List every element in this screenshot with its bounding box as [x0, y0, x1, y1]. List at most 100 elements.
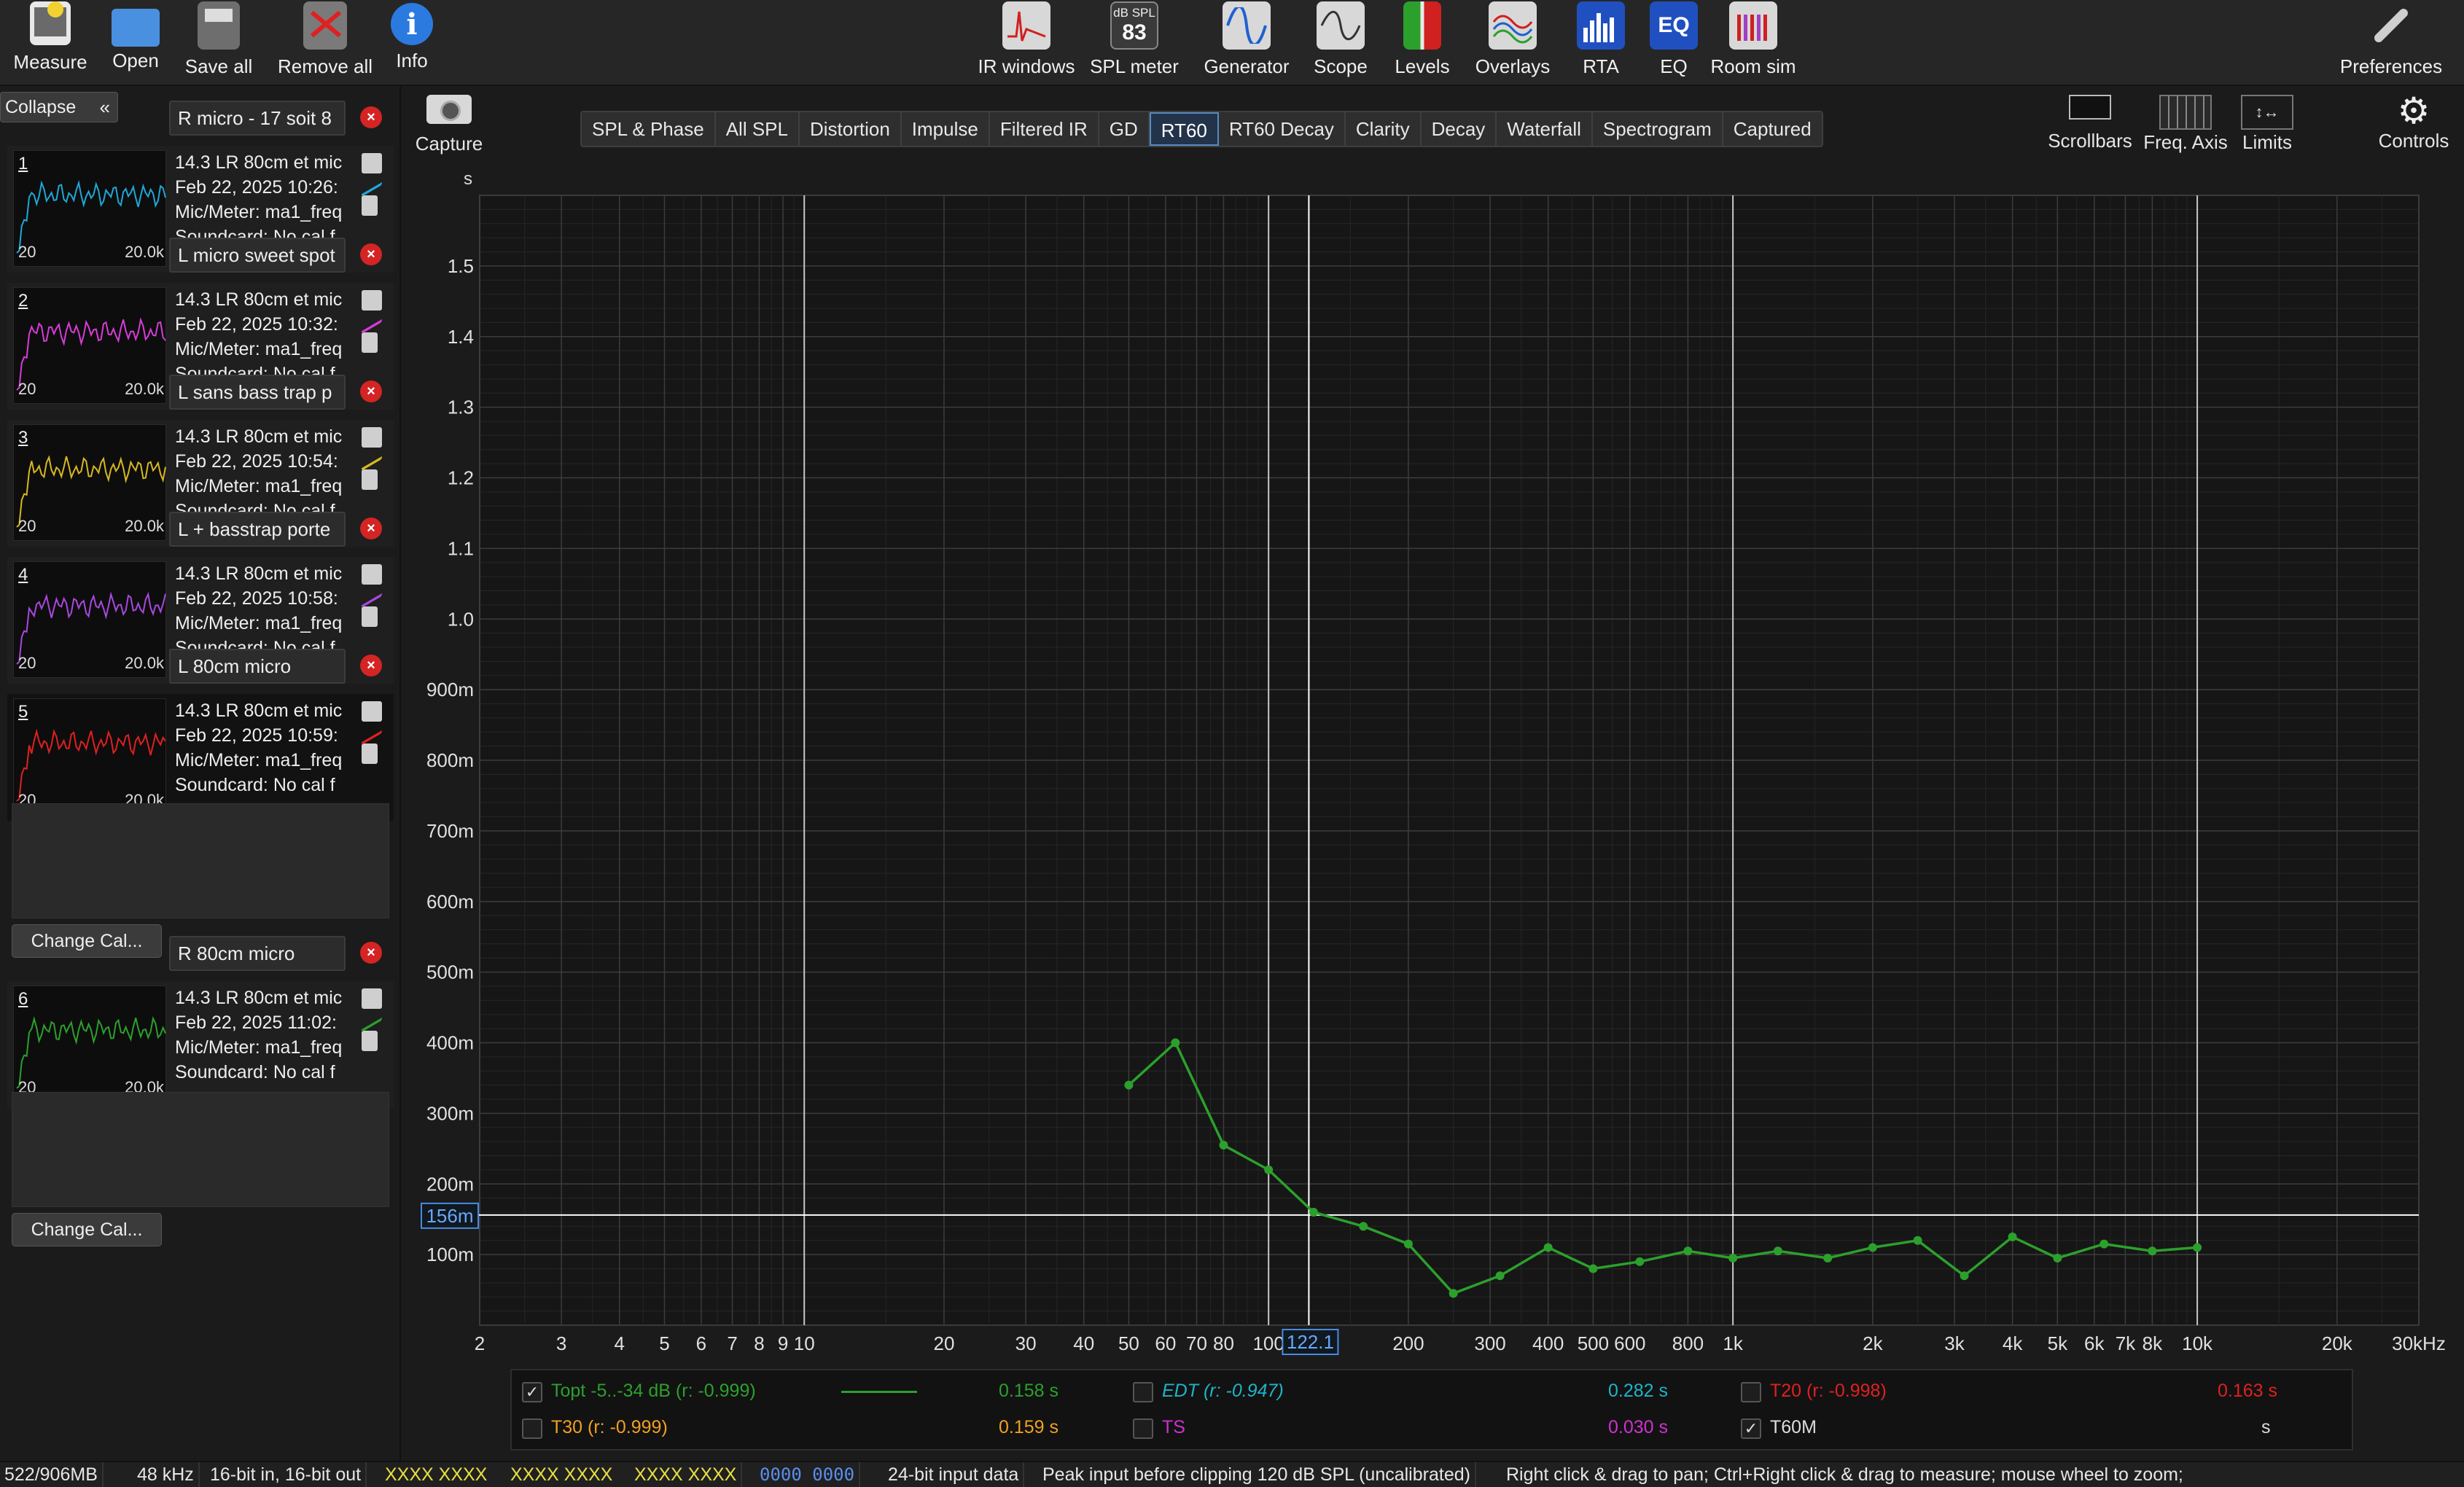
x-tick-label: 80	[1213, 1332, 1234, 1354]
input-level-3: XXXX XXXX	[630, 1462, 743, 1487]
topt-label: Topt -5..-34 dB (r: -0.999)	[551, 1381, 756, 1401]
x-tick-label: 40	[1073, 1332, 1094, 1354]
ts-label: TS	[1162, 1417, 1185, 1437]
rt60-data-point	[2053, 1253, 2062, 1262]
t20-checkbox[interactable]	[1741, 1382, 1761, 1402]
rt60-data-point	[1171, 1038, 1180, 1047]
sample-rate-status: 48 kHz	[133, 1462, 200, 1487]
x-tick-label: 300	[1474, 1332, 1505, 1354]
rt60-data-point	[1219, 1140, 1228, 1150]
rt60-data-point	[1495, 1271, 1505, 1281]
x-tick-label: 4	[615, 1332, 625, 1354]
x-tick-label: 70	[1186, 1332, 1207, 1354]
x-tick-label: 5	[659, 1332, 669, 1354]
x-tick-label: 6	[696, 1332, 706, 1354]
y-tick-label: 1.3	[448, 397, 474, 418]
x-tick-label: 8k	[2143, 1332, 2163, 1354]
t30-checkbox[interactable]	[522, 1418, 542, 1439]
input-data-status: 24-bit input data	[884, 1462, 1025, 1487]
x-tick-label: 60	[1155, 1332, 1176, 1354]
x-tick-label: 8	[754, 1332, 764, 1354]
rt60-data-point	[1728, 1253, 1738, 1262]
memory-status: 522/906MB	[0, 1462, 104, 1487]
x-tick-label: 800	[1672, 1332, 1704, 1354]
y-tick-label: 200m	[426, 1173, 474, 1195]
input-level-2: XXXX XXXX	[510, 1464, 613, 1485]
y-tick-label: 1.4	[448, 326, 474, 348]
y-tick-label: 1.2	[448, 467, 474, 489]
t30-label: T30 (r: -0.999)	[551, 1417, 668, 1437]
x-tick-label: 2k	[1863, 1332, 1883, 1354]
y-tick-label: 500m	[426, 961, 474, 983]
y-tick-label: 100m	[426, 1244, 474, 1265]
x-tick-label: 2	[475, 1332, 485, 1354]
input-level-1: XXXX XXXX	[385, 1464, 488, 1485]
rt60-data-point	[1124, 1080, 1134, 1090]
t60m-checkbox[interactable]: ✓	[1741, 1418, 1761, 1439]
rt60-data-point	[2008, 1232, 2017, 1241]
x-tick-label: 400	[1532, 1332, 1564, 1354]
x-tick-label: 10	[794, 1332, 815, 1354]
x-tick-label: 500	[1578, 1332, 1609, 1354]
t60m-label: T60M	[1770, 1417, 1817, 1437]
y-tick-label: 600m	[426, 891, 474, 913]
x-tick-label: 200	[1392, 1332, 1424, 1354]
rt60-data-point	[1823, 1253, 1833, 1262]
cursor-x-readout: 122.1	[1287, 1331, 1334, 1353]
rt60-data-point	[2193, 1243, 2202, 1252]
rt60-data-point	[2100, 1239, 2109, 1249]
topt-checkbox[interactable]: ✓	[522, 1382, 542, 1402]
x-tick-label: 6k	[2084, 1332, 2105, 1354]
x-tick-label: 10k	[2182, 1332, 2213, 1354]
rt60-data-point	[2148, 1246, 2157, 1256]
ts-value: 0.030 s	[1608, 1417, 1669, 1437]
peak-input-status: Peak input before clipping 120 dB SPL (u…	[1038, 1462, 1476, 1487]
y-tick-label: 400m	[426, 1032, 474, 1054]
t20-value: 0.163 s	[2218, 1381, 2278, 1401]
rt60-data-point	[1960, 1271, 1969, 1281]
rt60-data-point	[1309, 1208, 1318, 1217]
x-tick-label: 100	[1252, 1332, 1284, 1354]
x-tick-label: 600	[1614, 1332, 1645, 1354]
rt60-data-point	[1264, 1165, 1274, 1174]
status-bar: 522/906MB 48 kHz 16-bit in, 16-bit out X…	[0, 1461, 2464, 1487]
t60m-value: s	[2261, 1417, 2271, 1437]
y-tick-label: 1.1	[448, 537, 474, 559]
y-tick-label: 900m	[426, 679, 474, 700]
rt60-data-point	[1683, 1246, 1693, 1256]
x-tick-label: 5k	[2048, 1332, 2068, 1354]
rt60-data-point	[1773, 1246, 1782, 1256]
rt60-data-point	[1868, 1243, 1877, 1252]
x-tick-label: 7	[727, 1332, 737, 1354]
rt60-data-point	[1588, 1264, 1598, 1273]
edt-label: EDT (r: -0.947)	[1162, 1381, 1284, 1401]
x-tick-label: 4k	[2003, 1332, 2023, 1354]
y-tick-label: 700m	[426, 820, 474, 842]
topt-line-swatch	[841, 1391, 917, 1393]
rt60-data-point	[1403, 1239, 1413, 1249]
bit-depth-status: 16-bit in, 16-bit out	[206, 1462, 367, 1487]
edt-value: 0.282 s	[1608, 1381, 1669, 1401]
ts-checkbox[interactable]	[1133, 1418, 1153, 1439]
hint-status: Right click & drag to pan; Ctrl+Right cl…	[1506, 1464, 2183, 1485]
edt-checkbox[interactable]	[1133, 1382, 1153, 1402]
x-tick-label: 50	[1118, 1332, 1139, 1354]
rt60-data-point	[1635, 1257, 1645, 1266]
x-tick-label: 20	[933, 1332, 954, 1354]
x-tick-label: 30kHz	[2392, 1332, 2446, 1354]
x-tick-label: 7k	[2116, 1332, 2136, 1354]
x-tick-label: 3k	[1944, 1332, 1965, 1354]
rt60-chart[interactable]: 1.51.41.31.21.11.0900m800m700m600m500m40…	[0, 0, 2464, 1458]
x-tick-label: 3	[556, 1332, 566, 1354]
y-tick-label: 1.5	[448, 255, 474, 277]
rt60-data-point	[1359, 1222, 1368, 1231]
topt-value: 0.158 s	[999, 1381, 1059, 1401]
t20-label: T20 (r: -0.998)	[1770, 1381, 1887, 1401]
cursor-y-readout: 156m	[426, 1205, 473, 1227]
y-tick-label: 1.0	[448, 608, 474, 630]
output-level: 0000 0000	[755, 1462, 861, 1487]
rt60-data-point	[1543, 1243, 1553, 1252]
rt60-legend: ✓ Topt -5..-34 dB (r: -0.999) 0.158 s ED…	[510, 1369, 2353, 1451]
t30-value: 0.159 s	[999, 1417, 1059, 1437]
rt60-data-point	[1449, 1289, 1458, 1298]
